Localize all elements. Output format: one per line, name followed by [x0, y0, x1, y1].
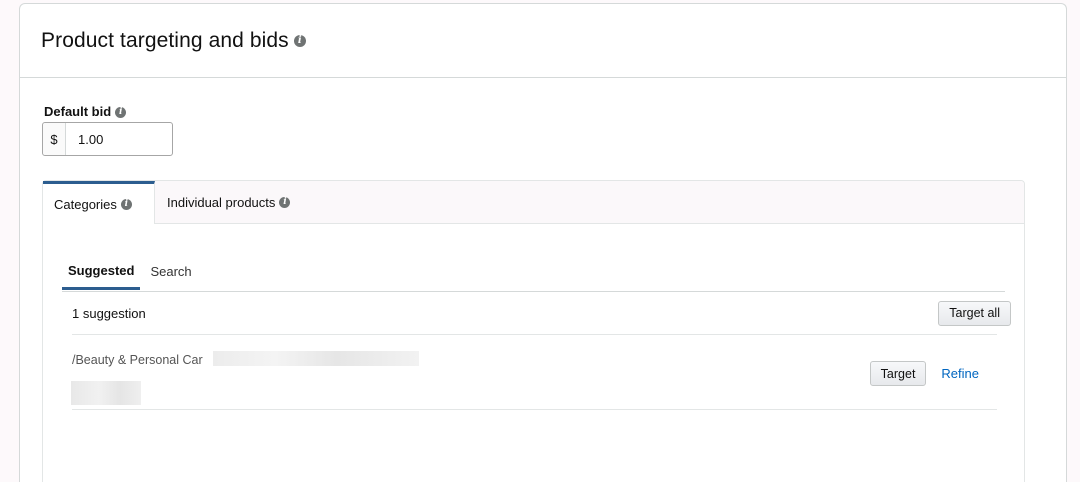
tab-individual-products-label: Individual products — [167, 194, 276, 210]
info-icon[interactable]: i — [120, 198, 132, 210]
redacted-text — [71, 381, 141, 405]
suggestions-header-row: 1 suggestion Target all — [72, 292, 1011, 335]
tab-categories[interactable]: Categories i — [43, 181, 155, 224]
subtab-search[interactable]: Search — [144, 253, 197, 289]
target-button[interactable]: Target — [869, 361, 927, 386]
default-bid-label-text: Default bid — [44, 104, 112, 119]
suggestion-item: /Beauty & Personal Car Target Refine — [71, 335, 997, 410]
info-icon[interactable]: i — [293, 34, 306, 47]
suggestion-actions: Target Refine — [869, 361, 979, 386]
suggestion-subtabs: Suggested Search — [62, 253, 198, 291]
info-icon[interactable]: i — [279, 196, 291, 208]
product-targeting-panel: Product targeting and bids i Default bid… — [19, 3, 1067, 482]
default-bid-value[interactable]: 1.00 — [66, 123, 103, 155]
tab-categories-label: Categories — [54, 196, 117, 212]
subtab-suggested[interactable]: Suggested — [62, 253, 141, 290]
panel-title: Product targeting and bids — [41, 28, 289, 52]
info-icon[interactable]: i — [115, 107, 127, 119]
targeting-tabs: Categories i Individual products i — [43, 181, 1024, 224]
panel-header: Product targeting and bids i — [20, 4, 1066, 78]
default-bid-label: Default bid i — [44, 104, 127, 119]
default-bid-input[interactable]: $ 1.00 — [42, 122, 173, 156]
tab-individual-products[interactable]: Individual products i — [155, 181, 302, 223]
redacted-text — [213, 351, 419, 366]
target-all-button[interactable]: Target all — [938, 300, 1011, 326]
refine-link[interactable]: Refine — [941, 366, 979, 381]
currency-symbol: $ — [43, 123, 66, 155]
targeting-tabs-container: Categories i Individual products i Sugge… — [42, 180, 1025, 482]
suggestion-count: 1 suggestion — [72, 305, 146, 321]
category-path: /Beauty & Personal Car — [72, 353, 203, 367]
